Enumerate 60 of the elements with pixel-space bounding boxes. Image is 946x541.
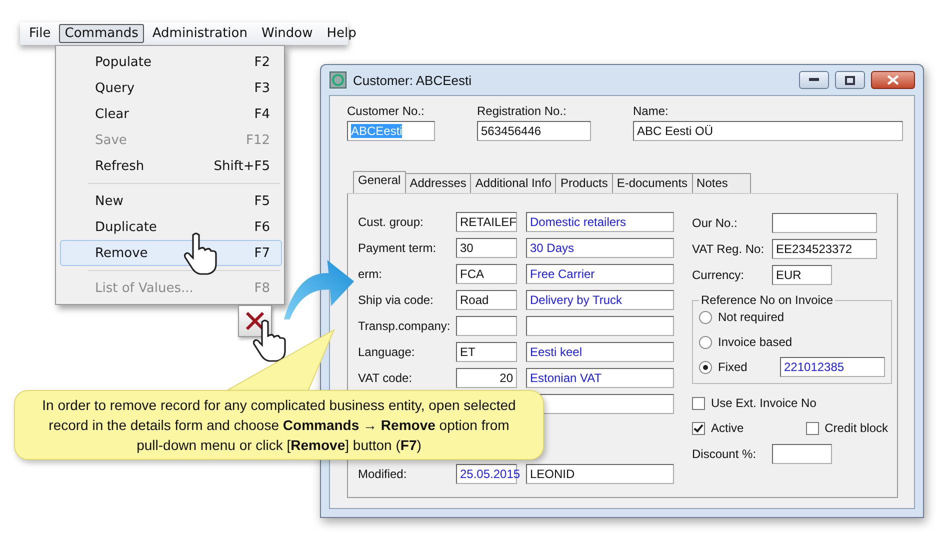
radio-label: Fixed bbox=[718, 360, 748, 374]
field-label: VAT Reg. No: bbox=[692, 242, 766, 256]
checkbox-label: Credit block bbox=[824, 421, 888, 435]
code-field[interactable]: Road bbox=[456, 290, 517, 310]
window-title: Customer: ABCEesti bbox=[353, 72, 472, 88]
field-label: Our No.: bbox=[692, 216, 738, 230]
menu-option[interactable]: Refresh Shift+F5 bbox=[60, 153, 282, 179]
menu-item[interactable]: File bbox=[23, 24, 57, 43]
text-field[interactable]: 221012385 bbox=[780, 357, 885, 377]
radio-label: Not required bbox=[718, 310, 784, 324]
menu-option[interactable]: Populate F2 bbox=[60, 49, 282, 75]
description-field[interactable]: Free Carrier bbox=[526, 264, 674, 284]
field-label: Currency: bbox=[692, 268, 746, 282]
field-label: Cust. group: bbox=[358, 215, 424, 229]
field-label: erm: bbox=[358, 267, 383, 281]
field-label: Payment term: bbox=[358, 241, 438, 255]
code-field[interactable]: 25.05.2015 bbox=[456, 464, 517, 484]
menu-item[interactable]: Commands bbox=[58, 24, 144, 43]
menu-option[interactable]: Query F3 bbox=[60, 75, 282, 101]
tab[interactable]: E-documents bbox=[612, 173, 693, 193]
field-label: Modified: bbox=[358, 467, 408, 481]
text-field[interactable]: ABC Eesti OÜ bbox=[633, 121, 903, 141]
code-field[interactable]: 20 bbox=[456, 368, 517, 388]
tab[interactable]: Additional Info bbox=[470, 173, 556, 193]
group-title: Reference No on Invoice bbox=[700, 293, 834, 307]
description-field[interactable]: Domestic retailers bbox=[526, 212, 674, 232]
tab[interactable]: Products bbox=[555, 173, 613, 193]
menu-option[interactable]: New F5 bbox=[60, 188, 282, 214]
field-label: VAT code: bbox=[358, 371, 414, 385]
field-label: Language: bbox=[358, 345, 416, 359]
field-label: Name: bbox=[633, 104, 670, 118]
callout-text: In order to remove record for any complicated business entity, open selected record in the details form and choose Commands → Remove option from pull-down menu or click [Remove] button (F7) bbox=[41, 396, 517, 455]
menu-option[interactable]: Duplicate F6 bbox=[60, 214, 282, 240]
menu-option[interactable]: Clear F4 bbox=[60, 101, 282, 127]
description-field[interactable]: Estonian VAT bbox=[526, 368, 674, 388]
text-field[interactable]: EUR bbox=[772, 264, 832, 284]
code-field[interactable]: ET bbox=[456, 342, 517, 362]
description-field[interactable]: 30 Days bbox=[526, 238, 674, 258]
description-field[interactable]: Eesti keel bbox=[526, 342, 674, 362]
description-field[interactable]: Delivery by Truck bbox=[526, 290, 674, 310]
code-field[interactable]: FCA bbox=[456, 264, 517, 284]
menu-item[interactable]: Administration bbox=[146, 24, 254, 43]
field-label: Registration No.: bbox=[477, 104, 568, 118]
field-label: Customer No.: bbox=[347, 104, 426, 118]
field-label: Discount %: bbox=[692, 446, 758, 460]
description-field[interactable]: LEONID bbox=[526, 464, 674, 484]
menu-item[interactable]: Window bbox=[256, 24, 319, 43]
code-field[interactable]: RETAILEF bbox=[456, 212, 517, 232]
tab[interactable]: General bbox=[353, 171, 406, 193]
field-label: Ship via code: bbox=[358, 293, 434, 307]
radio-label: Invoice based bbox=[718, 335, 792, 349]
tab[interactable]: Addresses bbox=[404, 173, 472, 193]
text-field[interactable]: EE234523372 bbox=[772, 238, 877, 258]
checkbox-label: Use Ext. Invoice No bbox=[711, 396, 816, 410]
code-field[interactable]: 30 bbox=[456, 238, 517, 258]
field-label: Transp.company: bbox=[358, 319, 452, 333]
menu-item[interactable]: Help bbox=[320, 24, 362, 43]
tab[interactable]: Notes bbox=[692, 173, 751, 193]
text-field[interactable]: 563456446 bbox=[477, 121, 591, 141]
checkbox-label: Active bbox=[711, 421, 744, 435]
